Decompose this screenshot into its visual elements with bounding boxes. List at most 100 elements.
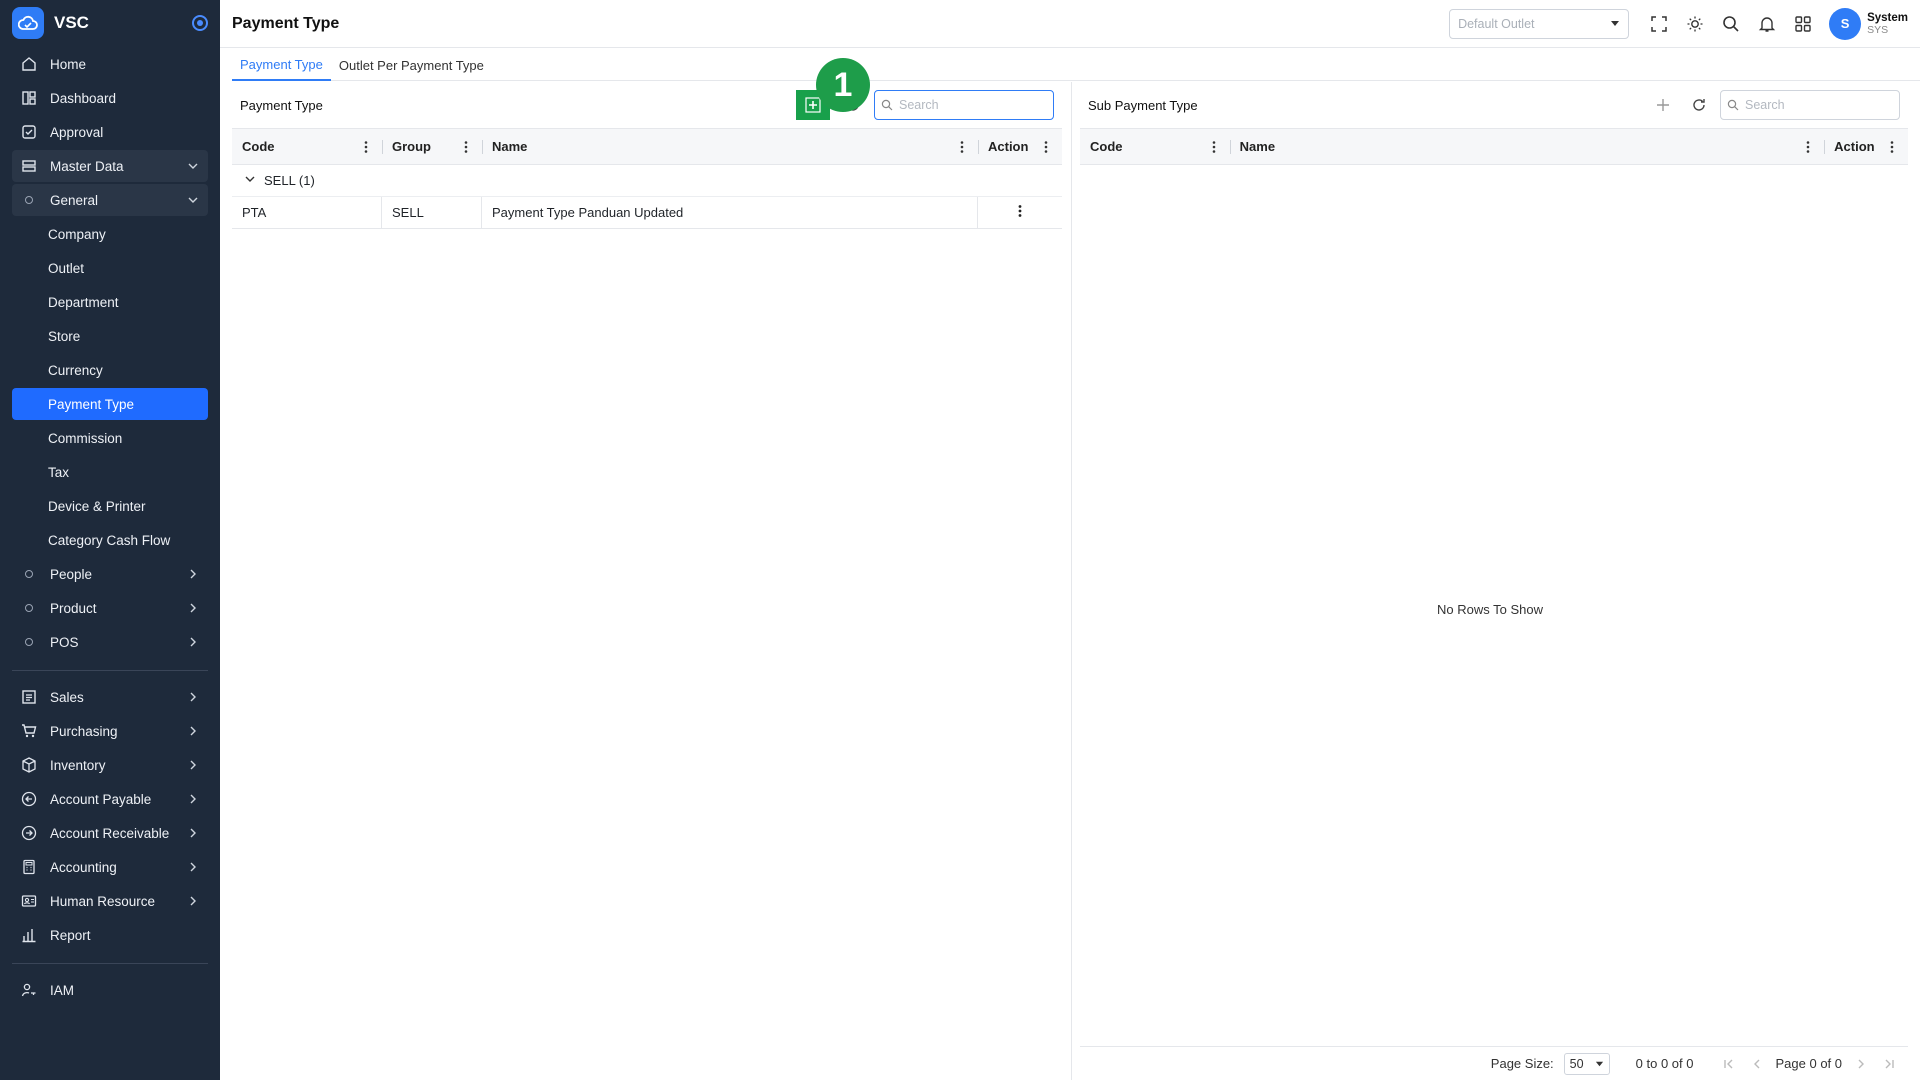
sidebar-item-company[interactable]: Company bbox=[12, 218, 208, 250]
next-page-icon[interactable] bbox=[1852, 1055, 1870, 1073]
dot-icon bbox=[20, 599, 38, 617]
sidebar-item-accounting[interactable]: Accounting bbox=[12, 851, 208, 883]
chevron-right-icon bbox=[186, 758, 200, 772]
outlet-select[interactable]: Default Outlet bbox=[1449, 8, 1630, 39]
column-header-action[interactable]: Action bbox=[978, 129, 1062, 164]
sidebar-item-label: Report bbox=[50, 927, 91, 943]
column-header-name[interactable]: Name bbox=[482, 129, 978, 164]
sidebar-item-category-cash-flow[interactable]: Category Cash Flow bbox=[12, 524, 208, 556]
sidebar-item-approval[interactable]: Approval bbox=[12, 116, 208, 148]
sidebar: VSC Home Dashboard Approval Master Data … bbox=[0, 0, 220, 1080]
sidebar-item-iam[interactable]: IAM bbox=[12, 974, 208, 1006]
outlet-select-placeholder: Default Outlet bbox=[1458, 16, 1535, 31]
tab-payment-type[interactable]: Payment Type bbox=[232, 49, 331, 81]
cart-icon bbox=[20, 722, 38, 740]
sidebar-divider bbox=[12, 670, 208, 671]
refresh-button[interactable] bbox=[1684, 90, 1714, 120]
search-icon bbox=[1727, 99, 1739, 111]
column-header-code[interactable]: Code bbox=[1080, 129, 1230, 164]
sidebar-item-product[interactable]: Product bbox=[12, 592, 208, 624]
sidebar-item-label: Human Resource bbox=[50, 893, 156, 909]
sidebar-item-purchasing[interactable]: Purchasing bbox=[12, 715, 208, 747]
sidebar-item-outlet[interactable]: Outlet bbox=[12, 252, 208, 284]
row-action-menu-icon[interactable] bbox=[1018, 204, 1022, 221]
column-menu-icon[interactable] bbox=[1208, 139, 1220, 155]
box-icon bbox=[20, 756, 38, 774]
sidebar-item-sales[interactable]: Sales bbox=[12, 681, 208, 713]
avatar: S bbox=[1829, 7, 1862, 40]
user-info: System SYS bbox=[1867, 12, 1908, 36]
group-row-sell[interactable]: SELL (1) bbox=[232, 165, 1062, 197]
sidebar-item-inventory[interactable]: Inventory bbox=[12, 749, 208, 781]
chevron-right-icon bbox=[186, 635, 200, 649]
previous-page-icon[interactable] bbox=[1748, 1055, 1766, 1073]
sidebar-item-tax[interactable]: Tax bbox=[12, 456, 208, 488]
row-range: 0 to 0 of 0 bbox=[1635, 1056, 1694, 1071]
sidebar-item-general[interactable]: General bbox=[12, 184, 208, 216]
column-label: Code bbox=[242, 139, 275, 154]
arrow-left-circle-icon bbox=[20, 790, 38, 808]
column-menu-icon[interactable] bbox=[360, 139, 372, 155]
tab-outlet-per-payment-type[interactable]: Outlet Per Payment Type bbox=[331, 49, 492, 81]
column-menu-icon[interactable] bbox=[1802, 139, 1814, 155]
search-input[interactable] bbox=[899, 98, 1039, 112]
column-header-code[interactable]: Code bbox=[232, 129, 382, 164]
column-label: Name bbox=[1239, 139, 1276, 154]
fullscreen-icon[interactable] bbox=[1641, 6, 1677, 42]
add-payment-type-button[interactable]: 1 bbox=[796, 58, 870, 120]
dashboard-icon bbox=[20, 89, 38, 107]
sidebar-item-home[interactable]: Home bbox=[12, 48, 208, 80]
sidebar-item-commission[interactable]: Commission bbox=[12, 422, 208, 454]
first-page-icon[interactable] bbox=[1720, 1055, 1738, 1073]
search-icon[interactable] bbox=[1713, 6, 1749, 42]
user-menu[interactable]: S System SYS bbox=[1829, 7, 1908, 40]
add-sub-payment-type-button[interactable] bbox=[1648, 90, 1678, 120]
payment-type-grid: Code Group Name Action SELL (1) PTA SELL bbox=[232, 128, 1062, 229]
column-menu-icon[interactable] bbox=[460, 139, 472, 155]
sidebar-item-human-resource[interactable]: Human Resource bbox=[12, 885, 208, 917]
theme-sun-icon[interactable] bbox=[1677, 6, 1713, 42]
sidebar-item-label: Store bbox=[48, 328, 81, 344]
sidebar-item-label: IAM bbox=[50, 982, 75, 998]
sidebar-item-report[interactable]: Report bbox=[12, 919, 208, 951]
search-field[interactable] bbox=[874, 90, 1054, 120]
master-data-icon bbox=[20, 157, 38, 175]
sidebar-item-label: Category Cash Flow bbox=[48, 532, 171, 548]
caret-down-icon bbox=[1595, 1057, 1604, 1071]
bell-icon[interactable] bbox=[1749, 6, 1785, 42]
sidebar-item-label: Accounting bbox=[50, 859, 117, 875]
column-menu-icon[interactable] bbox=[956, 139, 968, 155]
apps-grid-icon[interactable] bbox=[1785, 6, 1821, 42]
sidebar-collapse-toggle-icon[interactable] bbox=[192, 15, 208, 31]
table-row[interactable]: PTA SELL Payment Type Panduan Updated bbox=[232, 197, 1062, 229]
search-field[interactable] bbox=[1720, 90, 1900, 120]
sidebar-item-label: Master Data bbox=[50, 158, 124, 174]
sidebar-item-account-receivable[interactable]: Account Receivable bbox=[12, 817, 208, 849]
column-header-name[interactable]: Name bbox=[1229, 129, 1825, 164]
column-menu-icon[interactable] bbox=[1040, 139, 1052, 155]
column-header-group[interactable]: Group bbox=[382, 129, 482, 164]
column-menu-icon[interactable] bbox=[1886, 139, 1898, 155]
sidebar-item-department[interactable]: Department bbox=[12, 286, 208, 318]
sidebar-item-pos[interactable]: POS bbox=[12, 626, 208, 658]
chevron-down-icon bbox=[186, 159, 200, 173]
user-key-icon bbox=[20, 981, 38, 999]
sidebar-item-label: Company bbox=[48, 226, 106, 242]
column-header-action[interactable]: Action bbox=[1824, 129, 1908, 164]
sidebar-item-currency[interactable]: Currency bbox=[12, 354, 208, 386]
sidebar-item-people[interactable]: People bbox=[12, 558, 208, 590]
column-label: Code bbox=[1090, 139, 1123, 154]
sidebar-item-store[interactable]: Store bbox=[12, 320, 208, 352]
sidebar-item-master-data[interactable]: Master Data bbox=[12, 150, 208, 182]
search-input[interactable] bbox=[1745, 98, 1885, 112]
sidebar-item-dashboard[interactable]: Dashboard bbox=[12, 82, 208, 114]
sidebar-item-label: Department bbox=[48, 294, 119, 310]
sidebar-item-payment-type[interactable]: Payment Type bbox=[12, 388, 208, 420]
sidebar-item-account-payable[interactable]: Account Payable bbox=[12, 783, 208, 815]
last-page-icon[interactable] bbox=[1880, 1055, 1898, 1073]
page-size-select[interactable]: 50 bbox=[1563, 1052, 1610, 1075]
arrow-right-circle-icon bbox=[20, 824, 38, 842]
sidebar-item-device-printer[interactable]: Device & Printer bbox=[12, 490, 208, 522]
chevron-down-icon[interactable] bbox=[244, 173, 256, 188]
sidebar-item-label: Inventory bbox=[50, 757, 106, 773]
